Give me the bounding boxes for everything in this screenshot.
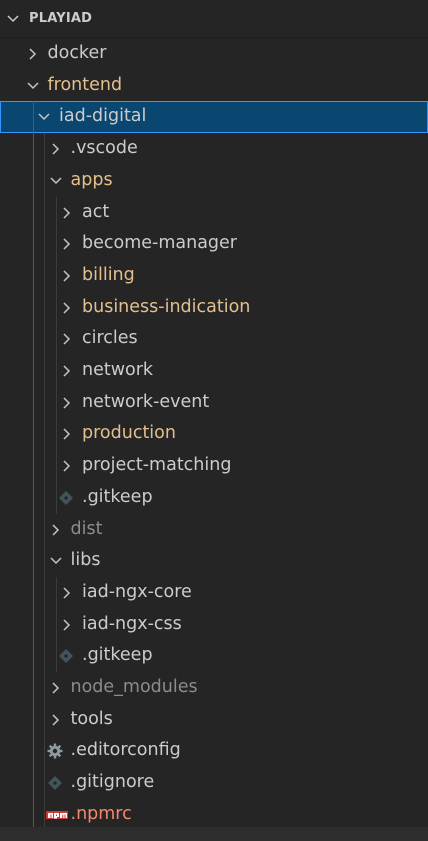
tree-item-folder-iad-digital[interactable]: iad-digital	[0, 101, 428, 134]
tree-item-file-dot-gitkeep[interactable]: .gitkeep	[0, 482, 428, 514]
tree-item-folder-network-event[interactable]: network-event	[0, 387, 428, 419]
tree-item-file-dot-npmrc[interactable]: .npmrc	[0, 799, 428, 831]
tree-item-file-dot-editorconfig[interactable]: .editorconfig	[0, 735, 428, 767]
tree-item-label: project-matching	[82, 455, 232, 476]
chevron-down-icon[interactable]	[49, 174, 63, 188]
tree-item-folder-production[interactable]: production	[0, 418, 428, 450]
tree-item-label: circles	[82, 328, 138, 349]
git-icon	[59, 490, 73, 505]
tree-item-label: billing	[82, 264, 135, 285]
chevron-down-icon[interactable]	[49, 554, 63, 568]
chevron-right-icon[interactable]	[26, 47, 40, 61]
tree-item-folder-iad-ngx-css[interactable]: iad-ngx-css	[0, 609, 428, 641]
tree-item-folder-tools[interactable]: tools	[0, 704, 428, 736]
tree-item-label: docker	[47, 43, 107, 63]
tree-item-label: .vscode	[70, 138, 138, 159]
explorer-section-header[interactable]: PLAYIAD	[0, 0, 428, 38]
chevron-down-icon[interactable]	[37, 110, 51, 124]
chevron-right-icon[interactable]	[60, 269, 74, 283]
tree-item-label: network	[82, 360, 154, 380]
indent-guide	[55, 196, 57, 514]
tree-item-label: .gitkeep	[82, 645, 153, 666]
chevron-right-icon[interactable]	[49, 713, 63, 727]
tree-item-folder-apps[interactable]: apps	[0, 165, 428, 197]
tree-item-folder-node-modules[interactable]: node_modules	[0, 672, 428, 704]
tree-item-label: .gitkeep	[82, 486, 153, 507]
tree-item-folder-billing[interactable]: billing	[0, 260, 428, 292]
tree-item-folder-project-matching[interactable]: project-matching	[0, 450, 428, 482]
npm-icon	[45, 810, 68, 819]
next-row-shadow	[0, 827, 428, 841]
tree-item-label: iad-ngx-css	[82, 613, 182, 634]
tree-item-folder-become-manager[interactable]: become-manager	[0, 228, 428, 260]
workspace-title: PLAYIAD	[29, 11, 93, 26]
gear-icon	[47, 743, 62, 759]
chevron-right-icon[interactable]	[60, 459, 74, 473]
chevron-right-icon[interactable]	[60, 618, 74, 632]
chevron-right-icon[interactable]	[49, 523, 63, 537]
indent-guide	[32, 101, 34, 831]
chevron-right-icon[interactable]	[49, 142, 63, 156]
chevron-right-icon[interactable]	[60, 586, 74, 600]
tree-item-folder-dist[interactable]: dist	[0, 514, 428, 546]
tree-item-label: act	[82, 201, 110, 222]
tree-item-label: production	[82, 423, 176, 444]
tree-item-label: network-event	[82, 391, 210, 412]
tree-item-label: iad-digital	[59, 106, 147, 127]
chevron-right-icon[interactable]	[60, 427, 74, 441]
chevron-right-icon[interactable]	[60, 206, 74, 220]
chevron-down-icon	[7, 15, 19, 23]
tree-item-label: .npmrc	[70, 803, 132, 824]
tree-item-file-dot-gitkeep[interactable]: .gitkeep	[0, 640, 428, 672]
chevron-down-icon[interactable]	[26, 79, 40, 93]
tree-item-folder-frontend[interactable]: frontend	[0, 70, 428, 102]
tree-item-label: libs	[70, 550, 101, 571]
tree-item-label: become-manager	[82, 233, 237, 254]
tree-item-label: tools	[70, 708, 113, 729]
tree-item-label: apps	[70, 169, 113, 190]
chevron-right-icon[interactable]	[60, 332, 74, 346]
tree-item-label: iad-ngx-core	[82, 581, 192, 602]
chevron-right-icon[interactable]	[49, 681, 63, 695]
tree-item-folder-iad-ngx-core[interactable]: iad-ngx-core	[0, 577, 428, 609]
tree-item-label: node_modules	[70, 677, 198, 697]
tree-item-folder-dot-vscode[interactable]: .vscode	[0, 133, 428, 165]
tree-item-label: business-indication	[82, 296, 251, 317]
indent-guide	[44, 133, 45, 831]
tree-item-folder-docker[interactable]: docker	[0, 38, 428, 70]
tree-item-folder-network[interactable]: network	[0, 355, 428, 387]
tree-item-label: frontend	[47, 74, 123, 95]
tree-item-file-dot-gitignore[interactable]: .gitignore	[0, 767, 428, 799]
tree-item-folder-circles[interactable]: circles	[0, 323, 428, 355]
git-icon	[59, 649, 73, 664]
indent-guide	[55, 576, 57, 672]
tree-item-label: .editorconfig	[70, 740, 181, 761]
tree-item-folder-act[interactable]: act	[0, 197, 428, 229]
chevron-right-icon[interactable]	[60, 237, 74, 251]
tree-item-folder-business-indication[interactable]: business-indication	[0, 292, 428, 324]
tree-item-label: .gitignore	[70, 772, 155, 793]
chevron-right-icon[interactable]	[60, 364, 74, 378]
tree-item-folder-libs[interactable]: libs	[0, 545, 428, 577]
git-icon	[47, 776, 62, 791]
tree-item-label: dist	[70, 518, 103, 539]
chevron-right-icon[interactable]	[60, 301, 74, 315]
chevron-right-icon[interactable]	[60, 396, 74, 410]
